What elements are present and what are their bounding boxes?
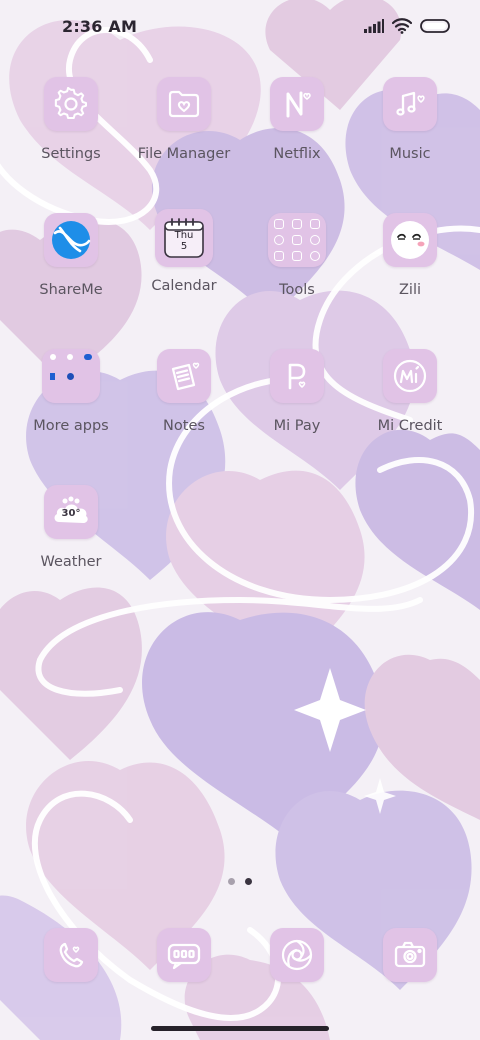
app-label: More apps	[33, 418, 109, 434]
app-label: Calendar	[151, 278, 217, 294]
dock-camera-tile[interactable]	[383, 928, 437, 982]
status-time: 2:36 AM	[62, 17, 138, 36]
app-music-tile[interactable]	[383, 77, 437, 131]
app-label: Mi Pay	[273, 418, 321, 434]
mi-credit-icon	[393, 359, 427, 393]
app-label: ShareMe	[39, 282, 103, 298]
dock-browser-tile[interactable]	[270, 928, 324, 982]
notes-icon	[171, 362, 200, 391]
tools-folder-icon[interactable]	[268, 213, 326, 267]
app-more-apps-folder[interactable]: More apps	[15, 349, 127, 434]
app-label: Zili	[398, 282, 422, 298]
weather-temperature: 30°	[61, 508, 81, 519]
folder-mini-icon	[274, 235, 284, 245]
folder-mini-icon	[310, 235, 320, 245]
app-shareme-tile[interactable]	[44, 213, 98, 267]
app-label: Notes	[163, 418, 205, 434]
status-icons	[364, 18, 450, 34]
app-label: Tools	[279, 282, 315, 298]
folder-mini-icon	[310, 251, 320, 261]
app-settings-tile[interactable]	[44, 77, 98, 131]
app-label: Mi Credit	[377, 418, 443, 434]
folder-mini-icon	[67, 354, 73, 360]
dock-browser[interactable]	[241, 928, 353, 982]
app-label: Music	[389, 146, 431, 162]
folder-mini-icon	[67, 373, 74, 380]
folder-mini-icon	[292, 235, 302, 245]
calendar-date: 5	[180, 241, 188, 252]
app-label: Netflix	[273, 146, 321, 162]
mi-pay-icon	[288, 363, 306, 390]
app-weather-tile[interactable]: 30°	[44, 485, 98, 539]
messages-icon	[167, 943, 201, 970]
folder-heart-icon	[168, 90, 200, 118]
folder-mini-icon	[50, 373, 55, 380]
folder-mini-icon	[274, 251, 284, 261]
app-calendar[interactable]: Thu 5 Calendar	[128, 209, 240, 294]
app-calendar-tile[interactable]: Thu 5	[155, 209, 213, 267]
dock-messages-tile[interactable]	[157, 928, 211, 982]
app-file-manager-tile[interactable]	[157, 77, 211, 131]
netflix-n-icon	[286, 91, 311, 118]
shareme-icon	[52, 221, 91, 259]
app-zili[interactable]: Zili	[354, 213, 466, 298]
page-dot-active[interactable]	[245, 878, 252, 885]
app-label: Weather	[40, 554, 102, 570]
battery-icon	[420, 19, 450, 33]
dock-phone-tile[interactable]	[44, 928, 98, 982]
app-label: Settings	[41, 146, 101, 162]
music-note-icon	[396, 91, 425, 116]
app-weather[interactable]: 30° Weather	[15, 485, 127, 570]
app-music[interactable]: Music	[354, 77, 466, 162]
gear-icon	[54, 87, 87, 120]
folder-mini-icon	[274, 219, 284, 229]
page-dot[interactable]	[228, 878, 235, 885]
app-file-manager[interactable]: File Manager	[128, 77, 240, 162]
camera-icon	[394, 941, 426, 968]
status-bar: 2:36 AM	[0, 0, 480, 56]
folder-mini-icon	[292, 219, 302, 229]
folder-mini-icon	[310, 219, 320, 229]
app-mi-credit[interactable]: Mi Credit	[354, 349, 466, 434]
app-netflix[interactable]: Netflix	[241, 77, 353, 162]
app-label: File Manager	[137, 146, 231, 162]
dock-camera[interactable]	[354, 928, 466, 982]
page-indicator	[228, 878, 252, 885]
app-shareme[interactable]: ShareMe	[15, 213, 127, 298]
browser-icon	[281, 939, 313, 971]
app-mi-pay[interactable]: Mi Pay	[241, 349, 353, 434]
app-mi-credit-tile[interactable]	[383, 349, 437, 403]
app-settings[interactable]: Settings	[15, 77, 127, 162]
folder-mini-icon	[292, 251, 302, 261]
cellular-signal-icon	[364, 19, 384, 33]
phone-icon	[59, 942, 84, 968]
app-notes[interactable]: Notes	[128, 349, 240, 434]
dock-messages[interactable]	[128, 928, 240, 982]
calendar-day: Thu	[174, 230, 194, 241]
folder-mini-icon	[84, 354, 92, 360]
home-gesture-bar[interactable]	[151, 1026, 329, 1031]
more-apps-folder-icon[interactable]	[42, 349, 100, 403]
app-netflix-tile[interactable]	[270, 77, 324, 131]
dock-phone[interactable]	[15, 928, 127, 982]
app-mi-pay-tile[interactable]	[270, 349, 324, 403]
app-notes-tile[interactable]	[157, 349, 211, 403]
app-zili-tile[interactable]	[383, 213, 437, 267]
wifi-icon	[392, 18, 412, 34]
zili-face-icon	[391, 221, 429, 259]
folder-mini-icon	[50, 354, 56, 360]
app-tools-folder[interactable]: Tools	[241, 213, 353, 298]
